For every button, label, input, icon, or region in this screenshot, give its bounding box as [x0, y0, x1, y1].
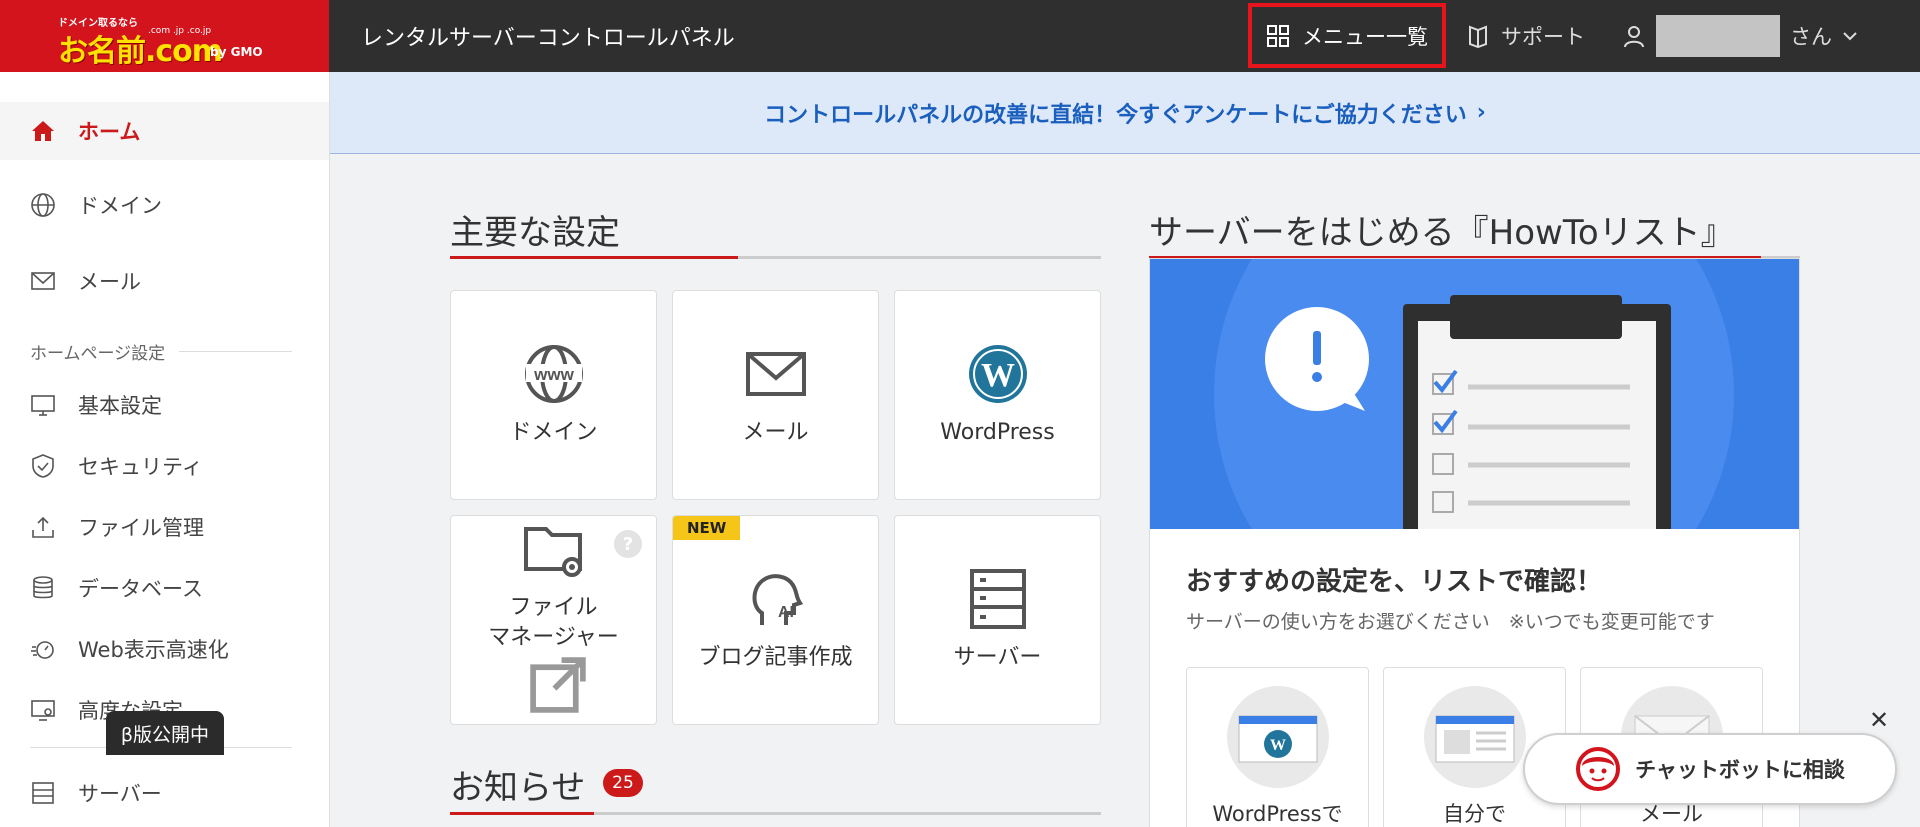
tile-label-server: サーバー: [953, 645, 1042, 670]
tile-label-wordpress: WordPress: [940, 420, 1055, 445]
tile-label-blog-writer: ブログ記事作成: [698, 645, 853, 670]
howto-option-wordpress[interactable]: W WordPressで: [1186, 667, 1369, 827]
howto-subtitle: サーバーの使い方をお選びください ※いつでも変更可能です: [1186, 611, 1715, 633]
tile-wordpress[interactable]: W WordPress: [894, 290, 1101, 500]
chevron-right-icon: ›: [1476, 100, 1486, 125]
server-icon: [32, 782, 54, 804]
www-globe-icon: [31, 193, 55, 217]
mail-icon: [745, 352, 806, 396]
menu-list-label: メニュー一覧: [1302, 24, 1428, 49]
logo-main-text: お名前.com: [58, 34, 223, 69]
tile-server[interactable]: サーバー: [894, 515, 1101, 725]
username-redacted: [1656, 15, 1780, 57]
chatbot-label: チャットボットに相談: [1635, 758, 1845, 782]
advanced-settings-icon: [31, 700, 55, 721]
onamae-logo[interactable]: ドメイン取るなら .com .jp .co.jp お名前.com by GMO: [0, 0, 329, 72]
notices-underline: [450, 812, 1101, 815]
new-badge: NEW: [673, 516, 741, 540]
tile-file-manager[interactable]: ? ファイル マネージャー: [450, 515, 657, 725]
support-link[interactable]: サポート: [1467, 0, 1585, 72]
sidebar-label-domain: ドメイン: [78, 194, 162, 218]
tile-domain[interactable]: www ドメイン: [450, 290, 657, 500]
sidebar-section-label: ホームページ設定: [30, 344, 166, 364]
grid-icon: [1267, 24, 1289, 47]
wordpress-icon: W: [968, 345, 1027, 403]
svg-text:W: W: [981, 357, 1015, 394]
sidebar-item-server[interactable]: サーバー: [0, 764, 329, 822]
www-globe-icon: www: [524, 345, 583, 403]
chatbot-avatar-icon: [1576, 747, 1621, 791]
survey-banner-text: コントロールパネルの改善に直結！今すぐアンケートにご協力ください: [764, 102, 1467, 128]
howto-title: サーバーをはじめる『HowToリスト』: [1149, 213, 1735, 253]
webpage-window-icon: [1424, 686, 1526, 788]
sidebar-label-security: セキュリティ: [78, 455, 203, 479]
chat-close-icon[interactable]: ✕: [1869, 706, 1889, 734]
tile-blog-writer[interactable]: NEW AI ブログ記事作成: [672, 515, 879, 725]
checklist-illustration: [1214, 259, 1734, 529]
upload-icon: [32, 516, 54, 538]
sidebar-item-domain[interactable]: ドメイン: [0, 176, 329, 234]
sidebar-label-home: ホーム: [78, 120, 141, 144]
tile-label-mail: メール: [742, 420, 809, 445]
user-icon: [1624, 26, 1644, 48]
menu-list-button[interactable]: メニュー一覧: [1248, 3, 1446, 68]
howto-option-label: 自分で: [1443, 802, 1506, 826]
sidebar-item-security[interactable]: セキュリティ: [0, 437, 329, 495]
logo-gmo: by GMO: [210, 45, 263, 59]
sidebar-section-homepage: ホームページ設定: [30, 339, 292, 364]
sidebar-item-mail[interactable]: メール: [0, 252, 329, 310]
howto-illustration: [1150, 259, 1799, 529]
speed-timer-icon: [31, 641, 54, 659]
user-suffix: さん: [1790, 25, 1832, 49]
external-link-icon: [529, 656, 586, 713]
sidebar-item-file[interactable]: ファイル管理: [0, 498, 329, 556]
folder-gear-icon: [523, 526, 582, 577]
sidebar-label-server: サーバー: [78, 782, 162, 806]
chatbot-button[interactable]: チャットボットに相談: [1523, 733, 1897, 805]
tile-label-file-manager-line2: マネージャー: [488, 624, 619, 650]
sidebar-item-database[interactable]: データベース: [0, 559, 329, 617]
tile-mail[interactable]: メール: [672, 290, 879, 500]
support-label: サポート: [1501, 25, 1585, 49]
wordpress-window-icon: W: [1227, 686, 1329, 788]
user-menu[interactable]: さん: [1622, 0, 1858, 72]
tile-label-file-manager: ファイル マネージャー: [451, 593, 656, 724]
survey-banner[interactable]: コントロールパネルの改善に直結！今すぐアンケートにご協力ください ›: [330, 72, 1920, 154]
tile-label-domain: ドメイン: [509, 420, 598, 445]
howto-heading: おすすめの設定を、リストで確認！: [1186, 567, 1603, 597]
sidebar-label-file: ファイル管理: [78, 516, 204, 540]
book-icon: [1469, 25, 1487, 48]
sidebar-item-basic[interactable]: 基本設定: [0, 376, 329, 434]
svg-text:www: www: [533, 365, 574, 384]
sidebar-label-web-speed: Web表示高速化: [78, 638, 229, 662]
shield-icon: [32, 454, 54, 478]
monitor-icon: [31, 395, 55, 416]
sidebar-label-database: データベース: [78, 577, 203, 601]
svg-text:W: W: [1270, 737, 1286, 754]
server-icon: [969, 569, 1026, 629]
notices-count-badge: 25: [603, 769, 643, 797]
notices-title: お知らせ: [450, 768, 586, 808]
beta-badge[interactable]: β版公開中: [106, 711, 224, 755]
svg-text:AI: AI: [778, 604, 794, 621]
ai-head-icon: AI: [752, 574, 803, 625]
chevron-down-icon: [1843, 32, 1857, 41]
help-icon[interactable]: ?: [614, 530, 642, 558]
sidebar-label-mail: メール: [78, 270, 141, 294]
home-icon: [32, 121, 54, 141]
main-settings-underline: [450, 256, 1101, 259]
main-settings-title: 主要な設定: [450, 213, 620, 253]
sidebar-item-web-speed[interactable]: Web表示高速化: [0, 620, 329, 678]
database-icon: [33, 576, 53, 599]
tile-label-file-manager-line1: ファイル: [509, 594, 598, 620]
sidebar-label-basic: 基本設定: [78, 394, 162, 418]
sidebar-item-home[interactable]: ホーム: [0, 102, 329, 160]
section-divider: [179, 351, 292, 352]
howto-option-label: WordPressで: [1212, 802, 1343, 826]
mail-icon: [31, 272, 55, 290]
